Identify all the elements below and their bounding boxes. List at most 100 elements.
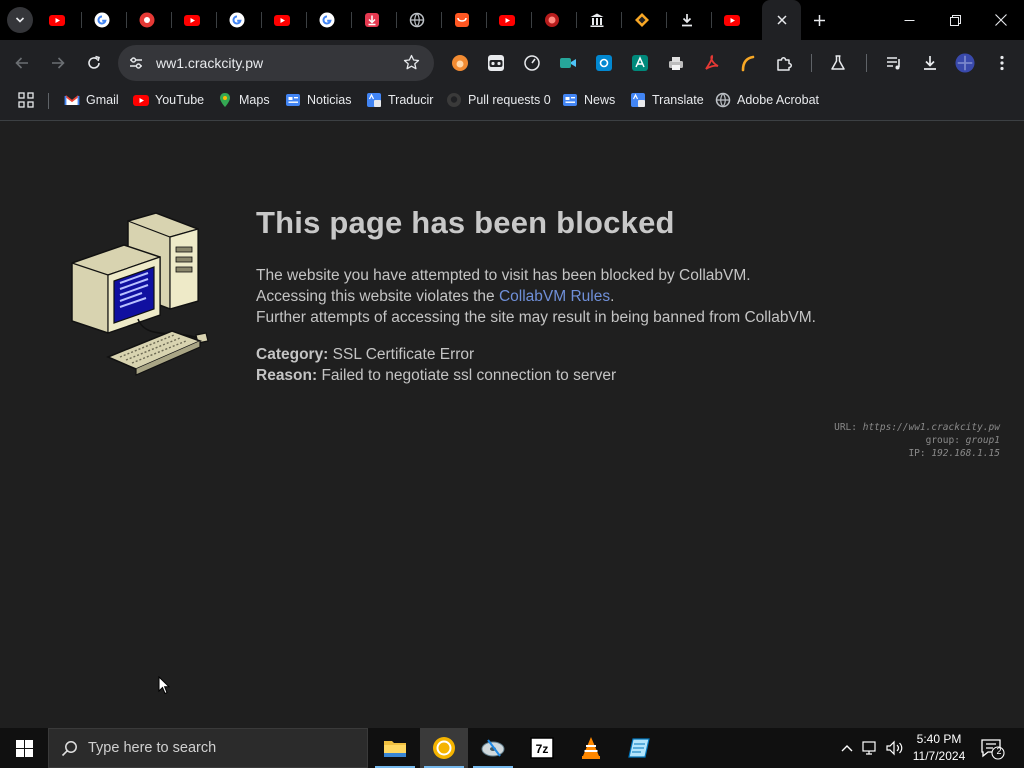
bookmark-traducir[interactable]: Traducir [366,91,433,109]
back-button[interactable] [8,49,36,77]
bookmark-adobe-acrobat[interactable]: Adobe Acrobat [715,91,819,109]
taskbar-search-box[interactable]: Type here to search [48,728,368,768]
forward-button[interactable] [44,49,72,77]
gauge-icon [524,55,540,71]
start-button[interactable] [0,728,48,768]
download-icon [681,14,692,27]
tab-strip [0,0,1024,40]
meta-ip: IP: 192.168.1.15 [908,448,1000,459]
site-info-button[interactable] [126,53,146,73]
taskbar-file-explorer[interactable] [371,728,419,768]
clock-time: 5:40 PM [916,732,962,746]
tab-6[interactable] [259,0,304,40]
tab-2[interactable] [79,0,124,40]
extensions-button[interactable] [774,53,794,73]
extension-speed[interactable] [522,53,542,73]
tab-14[interactable] [619,0,664,40]
taskbar-chrome[interactable] [420,728,468,768]
arrow-left-icon [15,57,28,69]
bookmark-youtube[interactable]: YouTube [133,91,204,109]
tab-12[interactable] [529,0,574,40]
notepad-icon [628,738,650,758]
category-label: Category: [256,346,329,363]
tab-16[interactable] [709,0,754,40]
taskbar-7zip[interactable]: 7z [518,728,566,768]
minimize-icon [904,19,914,21]
collabvm-rules-link[interactable]: CollabVM Rules [499,288,610,305]
extension-yellow[interactable] [738,53,758,73]
search-placeholder: Type here to search [88,740,217,756]
extension-orange[interactable] [450,53,470,73]
acrobat-icon [705,54,719,70]
apps-button[interactable] [18,92,34,113]
bookmark-label: Maps [239,93,270,107]
tab-1[interactable] [34,0,79,40]
address-bar[interactable]: ww1.crackcity.pw [118,45,434,81]
extension-video[interactable] [558,53,578,73]
taskbar-notepad[interactable] [616,728,664,768]
browser-toolbar: ww1.crackcity.pw [0,40,1024,86]
tab-3[interactable] [124,0,169,40]
close-icon[interactable] [776,14,788,26]
bookmark-pull-requests[interactable]: Pull requests 0 [446,91,551,109]
minimize-button[interactable] [886,0,932,40]
reload-icon [88,55,100,69]
media-button[interactable] [884,53,904,73]
notification-count: 2 [996,746,1002,756]
system-clock[interactable]: 5:40 PM 11/7/2024 [909,731,969,765]
profile-button[interactable] [955,53,975,73]
action-center-button[interactable]: 2 [980,738,1006,765]
bookmark-label: Translate [652,93,704,107]
close-window-button[interactable] [978,0,1024,40]
bookmark-news[interactable]: News [562,91,615,109]
tab-11[interactable] [484,0,529,40]
tab-13[interactable] [574,0,619,40]
tab-9[interactable] [394,0,439,40]
extension-mask[interactable] [486,53,506,73]
star-icon[interactable] [403,54,420,71]
downloads-button[interactable] [920,53,940,73]
arrow-right-icon [52,57,65,69]
extension-screen[interactable] [594,53,614,73]
more-vert-icon [1000,55,1004,71]
tab-7[interactable] [304,0,349,40]
labs-button[interactable] [828,53,848,73]
network-icon[interactable] [862,738,880,758]
tab-5[interactable] [214,0,259,40]
bookmark-translate[interactable]: Translate [630,91,704,109]
extension-adobe[interactable] [702,53,722,73]
meta-ip-value: 192.168.1.15 [931,448,1000,459]
chevron-up-icon[interactable] [840,738,854,758]
taskbar-vlc[interactable] [567,728,615,768]
printer-icon [669,57,683,70]
maps-icon [220,93,230,107]
bookmark-gmail[interactable]: Gmail [64,91,119,109]
translate-icon [367,93,381,107]
tab-search-button[interactable] [7,7,33,33]
fox-icon [452,55,468,71]
tab-15[interactable] [664,0,709,40]
clock-date: 11/7/2024 [912,749,966,763]
close-icon [995,14,1007,26]
bookmark-label: Noticias [307,93,352,107]
globe-icon [715,92,731,108]
taskbar-app-disc[interactable] [469,728,517,768]
address-url[interactable]: ww1.crackcity.pw [156,55,263,71]
new-tab-button[interactable] [808,9,830,31]
extension-printer[interactable] [666,53,686,73]
extension-write[interactable] [630,53,650,73]
meta-ip-label: IP: [908,448,926,459]
bookmark-noticias[interactable]: Noticias [285,91,351,109]
tab-active[interactable] [762,0,801,40]
menu-button[interactable] [992,53,1012,73]
reload-button[interactable] [80,49,108,77]
youtube-icon [133,95,149,106]
bookmark-maps[interactable]: Maps [217,91,270,109]
volume-icon[interactable] [885,738,905,758]
restore-button[interactable] [932,0,978,40]
apps-grid-icon [18,92,34,108]
plus-icon [813,14,825,26]
tab-10[interactable] [439,0,484,40]
tab-8[interactable] [349,0,394,40]
tab-4[interactable] [169,0,214,40]
